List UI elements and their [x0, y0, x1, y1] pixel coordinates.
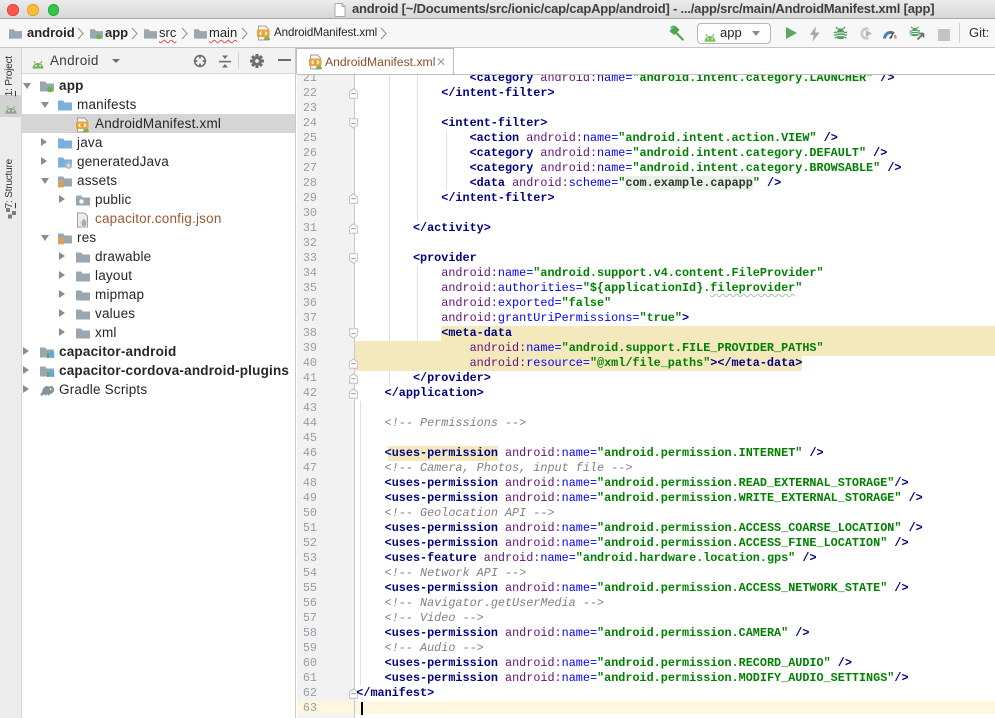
svg-text:{;}: {;}: [80, 220, 88, 227]
